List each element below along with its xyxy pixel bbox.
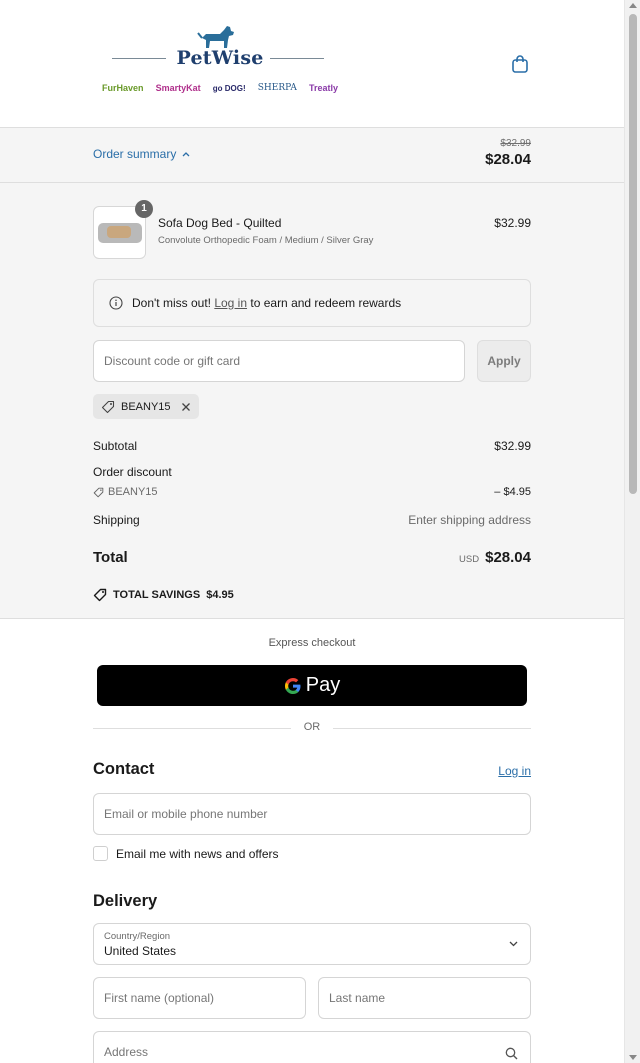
dog-bed-image	[98, 223, 142, 243]
sub-brand-smartykat: SmartyKat	[155, 83, 201, 93]
tag-icon	[101, 400, 115, 413]
newsletter-checkbox[interactable]	[93, 846, 108, 861]
sub-brand-treatly: Treatly	[308, 83, 338, 93]
first-name-input[interactable]	[94, 978, 305, 1018]
total-value: $28.04	[485, 549, 531, 566]
currency-code: USD	[459, 554, 480, 565]
rewards-prefix: Don't miss out!	[132, 296, 211, 310]
checkout-page: PetWise FurHaven SmartyKat go DOG! SHERP…	[0, 0, 624, 1063]
sub-brand-logos: FurHaven SmartyKat go DOG! SHERPA Treatl…	[102, 78, 338, 98]
discount-field[interactable]	[93, 340, 465, 382]
rewards-notice: Don't miss out! Log in to earn and redee…	[93, 279, 531, 327]
brand-name: PetWise	[176, 47, 264, 69]
order-summary-panel: 1 Sofa Dog Bed - Quilted Convolute Ortho…	[0, 183, 624, 619]
contact-login-link[interactable]: Log in	[498, 764, 531, 778]
shipping-label: Shipping	[93, 513, 140, 527]
original-price: $32.99	[500, 138, 531, 149]
product-name: Sofa Dog Bed - Quilted	[158, 216, 282, 230]
product-price: $32.99	[494, 216, 531, 230]
or-divider: OR	[93, 720, 531, 736]
summary-prices: $32.99 $28.04	[485, 138, 531, 168]
newsletter-label: Email me with news and offers	[116, 846, 279, 861]
rewards-login-link[interactable]: Log in	[214, 296, 247, 310]
subtotal-label: Subtotal	[93, 439, 138, 453]
total-row: Total USD $28.04	[93, 549, 531, 566]
applied-code-text: BEANY15	[121, 400, 171, 413]
chevron-down-icon	[509, 941, 518, 947]
tag-icon	[93, 588, 107, 602]
shipping-value: Enter shipping address	[408, 513, 531, 527]
divider-line-right	[333, 728, 531, 729]
rewards-notice-text: Don't miss out! Log in to earn and redee…	[132, 296, 401, 310]
address-input[interactable]	[94, 1032, 530, 1063]
scroll-up-arrow-icon[interactable]	[629, 3, 637, 8]
tag-icon	[93, 487, 104, 497]
subtotal-row: Subtotal $32.99	[93, 439, 531, 453]
info-icon	[109, 296, 123, 310]
remove-code-icon[interactable]	[181, 402, 191, 412]
newsletter-option[interactable]: Email me with news and offers	[93, 846, 279, 861]
discount-input[interactable]	[94, 341, 464, 381]
last-name-field[interactable]	[318, 977, 531, 1019]
chevron-up-icon	[182, 152, 190, 157]
scroll-down-arrow-icon[interactable]	[629, 1055, 637, 1060]
total-savings: TOTAL SAVINGS $4.95	[93, 588, 234, 602]
logo-rule-left	[112, 58, 166, 59]
savings-label: TOTAL SAVINGS	[113, 589, 201, 601]
google-g-icon	[284, 677, 301, 694]
country-value: United States	[104, 944, 177, 958]
last-name-input[interactable]	[319, 978, 530, 1018]
address-field[interactable]	[93, 1031, 531, 1063]
subtotal-value: $32.99	[494, 439, 531, 453]
contact-title: Contact	[93, 760, 155, 778]
order-discount-row: Order discount	[93, 465, 531, 479]
page-scrollbar[interactable]	[624, 0, 640, 1063]
header: PetWise FurHaven SmartyKat go DOG! SHERP…	[0, 0, 624, 128]
order-summary-toggle[interactable]: Order summary	[93, 147, 190, 161]
shipping-row: Shipping Enter shipping address	[93, 513, 531, 527]
google-pay-button[interactable]: Pay	[97, 665, 527, 706]
sub-brand-sherpa: SHERPA	[257, 83, 297, 93]
total-amount: USD $28.04	[459, 549, 531, 566]
shopping-bag-icon[interactable]	[511, 54, 529, 74]
savings-value: $4.95	[206, 589, 234, 601]
delivery-title: Delivery	[93, 892, 158, 910]
product-thumbnail: 1	[93, 200, 153, 259]
order-discount-label: Order discount	[93, 465, 172, 479]
email-field[interactable]	[93, 793, 531, 835]
country-label: Country/Region	[104, 931, 171, 942]
discount-code-row: BEANY15 – $4.95	[93, 486, 531, 498]
search-icon	[505, 1047, 518, 1060]
discount-code-name: BEANY15	[108, 486, 158, 498]
applied-code-chip: BEANY15	[93, 394, 199, 419]
discount-value: – $4.95	[494, 486, 531, 498]
current-price: $28.04	[485, 151, 531, 168]
scrollbar-thumb[interactable]	[629, 14, 637, 494]
express-checkout-title: Express checkout	[268, 637, 356, 649]
google-pay-label: Pay	[305, 674, 341, 696]
total-label: Total	[93, 549, 128, 566]
cart-item: 1 Sofa Dog Bed - Quilted Convolute Ortho…	[93, 200, 531, 260]
apply-button[interactable]: Apply	[477, 340, 531, 382]
first-name-field[interactable]	[93, 977, 306, 1019]
logo-rule-right	[270, 58, 324, 59]
sub-brand-furhaven: FurHaven	[102, 83, 144, 93]
or-text: OR	[303, 721, 321, 733]
order-summary-label: Order summary	[93, 147, 177, 161]
discount-code-label: BEANY15	[93, 486, 158, 498]
sub-brand-godog: go DOG!	[212, 83, 246, 93]
email-input[interactable]	[94, 794, 530, 834]
country-select[interactable]: Country/Region United States	[93, 923, 531, 965]
product-variant: Convolute Orthopedic Foam / Medium / Sil…	[158, 235, 374, 246]
rewards-suffix: to earn and redeem rewards	[250, 296, 402, 310]
order-summary-bar: Order summary $32.99 $28.04	[0, 128, 624, 183]
brand-logo[interactable]: PetWise FurHaven SmartyKat go DOG! SHERP…	[100, 24, 338, 104]
quantity-badge: 1	[135, 200, 153, 218]
